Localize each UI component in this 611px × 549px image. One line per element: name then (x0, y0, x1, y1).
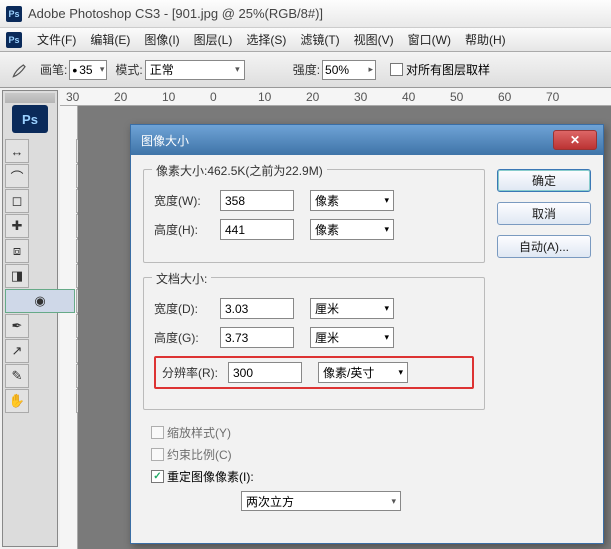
tool-stamp[interactable]: ⧈ (5, 239, 29, 263)
menubar: Ps 文件(F) 编辑(E) 图像(I) 图层(L) 选择(S) 滤镜(T) 视… (0, 28, 611, 52)
chevron-down-icon: ▾ (235, 64, 240, 75)
resolution-highlight: 分辨率(R): 300 像素/英寸▾ (154, 356, 474, 389)
doc-width-unit-select[interactable]: 厘米▾ (310, 298, 394, 319)
strength-label: 强度: (293, 61, 320, 78)
width-unit-select[interactable]: 像素▾ (310, 190, 394, 211)
doc-height-label: 高度(G): (154, 329, 220, 346)
constrain-proportions-checkbox[interactable]: 约束比例(C) (151, 446, 232, 463)
pixel-dimensions-group: 像素大小:462.5K(之前为22.9M) 宽度(W): 358 像素▾ 高度(… (143, 169, 485, 263)
height-unit-select[interactable]: 像素▾ (310, 219, 394, 240)
resolution-input[interactable]: 300 (228, 362, 302, 383)
mode-value: 正常 (150, 61, 174, 78)
height-label: 高度(H): (154, 221, 220, 238)
sample-all-label: 对所有图层取样 (406, 61, 490, 78)
resolution-unit-select[interactable]: 像素/英寸▾ (318, 362, 408, 383)
auto-button[interactable]: 自动(A)... (497, 235, 591, 258)
checkbox-icon (151, 448, 164, 461)
tool-path[interactable]: ↗ (5, 339, 29, 363)
resample-method-select[interactable]: 两次立方▾ (241, 491, 401, 511)
ok-button[interactable]: 确定 (497, 169, 591, 192)
smudge-tool-icon[interactable] (8, 58, 32, 82)
tool-heal[interactable]: ✚ (5, 214, 29, 238)
menu-edit[interactable]: 编辑(E) (83, 28, 137, 51)
document-size-group: 文档大小: 宽度(D): 3.03 厘米▾ 高度(G): 3.73 厘米▾ 分辨… (143, 277, 485, 410)
palette-grip[interactable] (5, 93, 55, 103)
menu-view[interactable]: 视图(V) (347, 28, 401, 51)
mode-label: 模式: (115, 61, 142, 78)
tool-eraser[interactable]: ◨ (5, 264, 29, 288)
width-label: 宽度(W): (154, 192, 220, 209)
doc-width-input[interactable]: 3.03 (220, 298, 294, 319)
strength-value: 50% (325, 63, 349, 77)
titlebar: Ps Adobe Photoshop CS3 - [901.jpg @ 25%(… (0, 0, 611, 28)
tools-palette: Ps ↔▭⌒✧◻⟋✚🖌⧈↶◨▤◉◐✒T↗▢✎✐✋🔍 (2, 90, 58, 547)
cancel-button[interactable]: 取消 (497, 202, 591, 225)
menu-layer[interactable]: 图层(L) (187, 28, 240, 51)
menu-window[interactable]: 窗口(W) (401, 28, 458, 51)
doc-height-unit-select[interactable]: 厘米▾ (310, 327, 394, 348)
doc-dims-legend: 文档大小: (152, 270, 211, 287)
window-title: Adobe Photoshop CS3 - [901.jpg @ 25%(RGB… (28, 6, 323, 21)
checkbox-icon (390, 63, 403, 76)
pixel-dims-legend: 像素大小:462.5K(之前为22.9M) (152, 162, 327, 179)
dialog-titlebar[interactable]: 图像大小 ✕ (131, 125, 603, 155)
close-button[interactable]: ✕ (553, 130, 597, 150)
brush-size: 35 (79, 63, 92, 77)
menu-help[interactable]: 帮助(H) (458, 28, 513, 51)
doc-height-input[interactable]: 3.73 (220, 327, 294, 348)
photoshop-window: Ps Adobe Photoshop CS3 - [901.jpg @ 25%(… (0, 0, 611, 549)
tool-options-bar: 画笔: • 35 ▾ 模式: 正常 ▾ 强度: 50% ▸ 对所有图层取样 (0, 52, 611, 88)
dialog-title: 图像大小 (141, 132, 189, 149)
doc-width-label: 宽度(D): (154, 300, 220, 317)
app-icon: Ps (6, 6, 22, 22)
chevron-down-icon: ▾ (384, 332, 389, 343)
strength-picker[interactable]: 强度: 50% ▸ (293, 60, 376, 80)
tool-move[interactable]: ↔ (5, 139, 29, 163)
menu-filter[interactable]: 滤镜(T) (293, 28, 346, 51)
checkbox-icon (151, 426, 164, 439)
tool-lasso[interactable]: ⌒ (5, 164, 29, 188)
chevron-down-icon: ▾ (384, 303, 389, 314)
menu-select[interactable]: 选择(S) (239, 28, 293, 51)
chevron-down-icon: ▾ (384, 224, 389, 235)
chevron-down-icon: ▾ (391, 496, 396, 507)
chevron-right-icon: ▸ (369, 64, 374, 75)
menu-file[interactable]: 文件(F) (30, 28, 83, 51)
menu-image[interactable]: 图像(I) (137, 28, 186, 51)
resolution-label: 分辨率(R): (162, 364, 228, 381)
sample-all-layers-checkbox[interactable]: 对所有图层取样 (390, 61, 490, 78)
width-input[interactable]: 358 (220, 190, 294, 211)
brush-label: 画笔: (40, 61, 67, 78)
tool-notes[interactable]: ✎ (5, 364, 29, 388)
checkbox-icon (151, 470, 164, 483)
tool-pen[interactable]: ✒ (5, 314, 29, 338)
tool-hand[interactable]: ✋ (5, 389, 29, 413)
resample-checkbox[interactable]: 重定图像像素(I): (151, 468, 254, 485)
chevron-down-icon: ▾ (398, 367, 403, 378)
brush-picker[interactable]: 画笔: • 35 ▾ (40, 60, 107, 80)
tool-crop[interactable]: ◻ (5, 189, 29, 213)
tool-blur[interactable]: ◉ (5, 289, 75, 313)
scale-styles-checkbox[interactable]: 缩放样式(Y) (151, 424, 231, 441)
chevron-down-icon: ▾ (100, 64, 105, 75)
dialog-options: 缩放样式(Y) 约束比例(C) 重定图像像素(I): 两次立方▾ (143, 424, 485, 511)
height-input[interactable]: 441 (220, 219, 294, 240)
chevron-down-icon: ▾ (384, 195, 389, 206)
mode-picker[interactable]: 模式: 正常 ▾ (115, 60, 244, 80)
ps-icon: Ps (6, 32, 22, 48)
image-size-dialog: 图像大小 ✕ 像素大小:462.5K(之前为22.9M) 宽度(W): 358 … (130, 124, 604, 544)
ps-logo-icon: Ps (12, 105, 48, 133)
